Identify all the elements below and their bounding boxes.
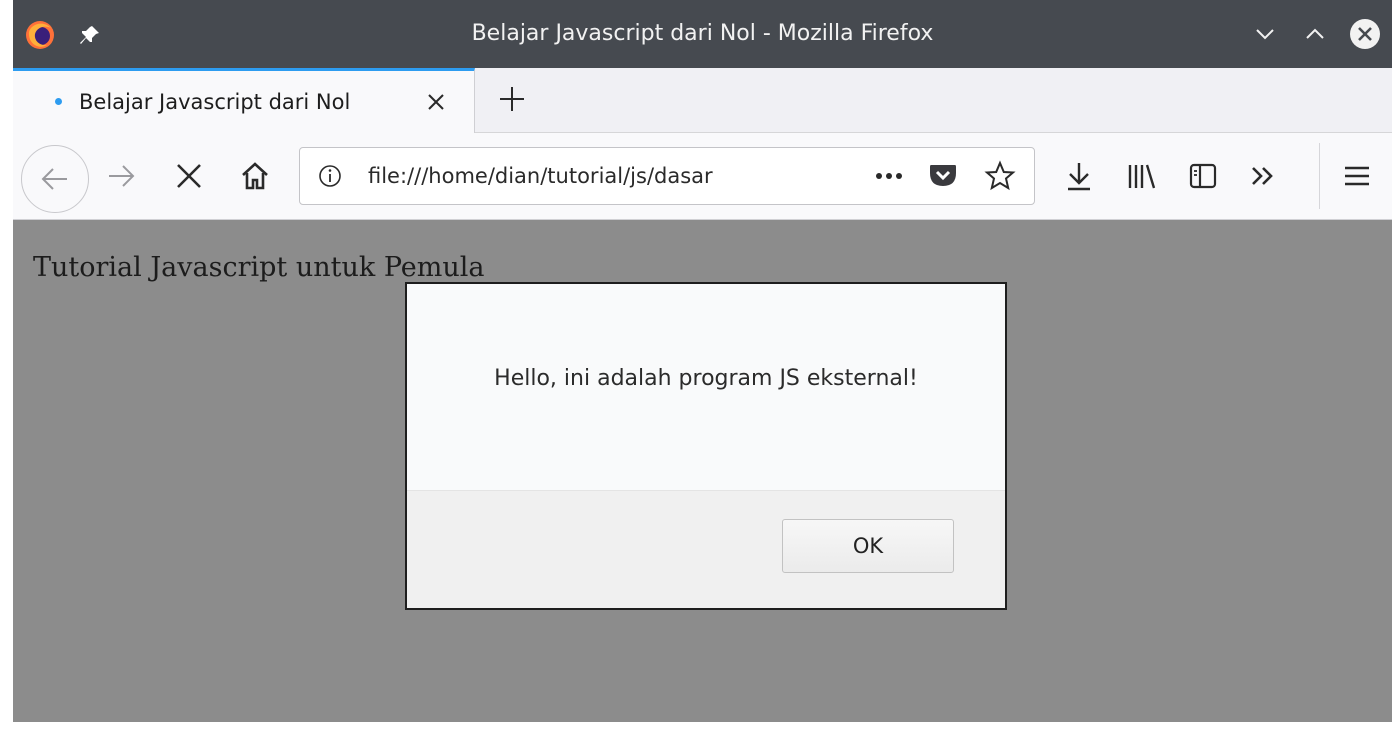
navigation-bar: file:///home/dian/tutorial/js/dasar (13, 133, 1392, 220)
dialog-message-area: Hello, ini adalah program JS eksternal! (407, 284, 1005, 490)
dialog-message: Hello, ini adalah program JS eksternal! (494, 366, 918, 391)
url-fade (768, 150, 828, 202)
minimize-icon[interactable] (1251, 20, 1279, 48)
url-bar[interactable]: file:///home/dian/tutorial/js/dasar (299, 147, 1035, 205)
pocket-icon[interactable] (928, 160, 958, 190)
tab-label: Belajar Javascript dari Nol (79, 90, 351, 114)
bookmark-star-icon[interactable] (984, 160, 1016, 192)
firefox-window: Belajar Javascript dari Nol - Mozilla Fi… (13, 0, 1392, 722)
info-icon[interactable] (318, 164, 342, 188)
page-content: Tutorial Javascript untuk Pemula Hello, … (13, 220, 1392, 722)
menu-icon[interactable] (1341, 160, 1373, 192)
ok-button[interactable]: OK (782, 519, 954, 573)
window-title: Belajar Javascript dari Nol - Mozilla Fi… (471, 21, 934, 46)
page-heading-text: Tutorial Javascript untuk Pemula (33, 252, 485, 283)
more-icon[interactable] (872, 166, 906, 186)
home-icon[interactable] (239, 160, 271, 192)
overflow-icon[interactable] (1247, 160, 1279, 192)
dialog-button-area: OK (407, 490, 1005, 608)
close-icon[interactable] (1349, 18, 1381, 50)
back-button[interactable] (21, 145, 89, 213)
sidebar-icon[interactable] (1187, 160, 1219, 192)
alert-dialog: Hello, ini adalah program JS eksternal! … (405, 282, 1007, 610)
tab-belajar-javascript[interactable]: Belajar Javascript dari Nol (13, 68, 475, 133)
new-tab-icon[interactable] (497, 84, 527, 114)
forward-icon[interactable] (105, 160, 137, 192)
tab-close-icon[interactable] (423, 89, 449, 115)
back-icon (41, 168, 67, 190)
maximize-icon[interactable] (1301, 20, 1329, 48)
tab-strip: Belajar Javascript dari Nol (13, 68, 1392, 133)
tab-loading-indicator (55, 98, 62, 105)
title-bar: Belajar Javascript dari Nol - Mozilla Fi… (13, 0, 1392, 68)
library-icon[interactable] (1125, 160, 1157, 192)
toolbar-separator (1319, 143, 1320, 209)
download-icon[interactable] (1063, 160, 1095, 192)
stop-icon[interactable] (173, 160, 205, 192)
url-text: file:///home/dian/tutorial/js/dasar (368, 164, 713, 188)
